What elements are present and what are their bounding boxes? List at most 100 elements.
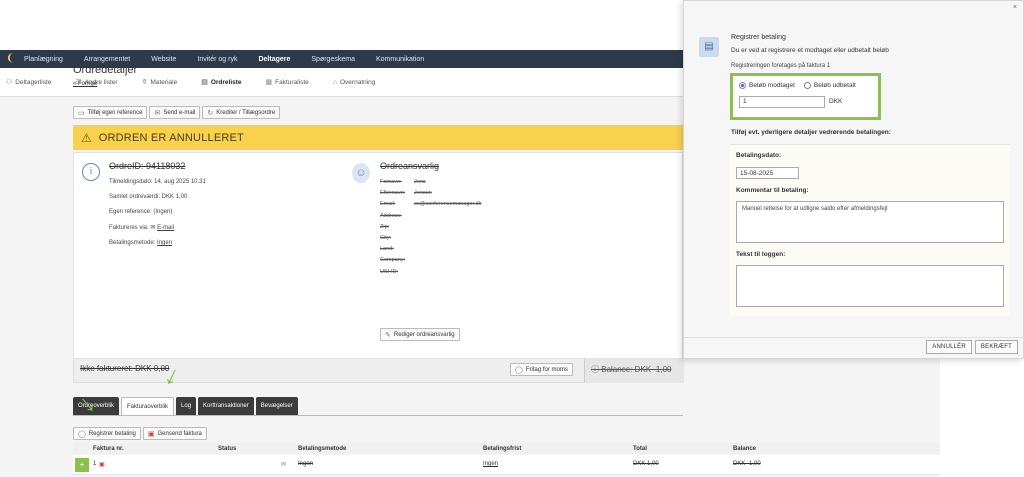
nav-planlaegning[interactable]: Planlægning: [24, 56, 63, 63]
banner-text: ORDREN ER ANNULLERET: [98, 131, 244, 144]
header-payment-method: Betalingsmetode: [298, 446, 347, 452]
responsible-row: Email: es@conferencemanager.dk: [380, 201, 482, 208]
subnav-materiale[interactable]: ⚱ Materiale: [142, 78, 178, 87]
close-icon[interactable]: ×: [1013, 4, 1017, 11]
info-icon: ⓘ: [591, 365, 602, 374]
tab-bevaegelser[interactable]: Bevægelser: [255, 397, 298, 415]
row-payment-method: Ingen: [298, 461, 314, 467]
tab-log[interactable]: Log: [176, 397, 197, 415]
invoiced-via: Faktureres via: ✉ E-mail: [109, 225, 175, 231]
log-text-label: Tekst til loggen:: [736, 251, 786, 258]
bed-icon: ⌂: [332, 78, 337, 86]
header-balance: Balance: [733, 446, 757, 452]
circle-icon: ◯: [515, 366, 523, 374]
nav-deltagere[interactable]: Deltagere: [258, 56, 290, 63]
order-total: Samlet ordreværdi: DKK 1,00: [109, 194, 188, 200]
table-row: + 1 ▣ ✉ Ingen Ingen DKK 1,00 DKK -1,00: [73, 455, 940, 475]
log-text-textarea[interactable]: [736, 265, 1004, 307]
nav-kommunikation[interactable]: Kommunikation: [376, 56, 424, 63]
invoice-number: 1: [93, 461, 97, 467]
envelope-icon: ✉: [281, 462, 287, 468]
pdf-icon[interactable]: ▣: [99, 461, 105, 468]
responsible-title: Ordreansvarlig: [380, 161, 440, 171]
subnav-overnatning[interactable]: ⌂ Overnatning: [333, 79, 376, 86]
currency-label: DKK: [829, 98, 843, 105]
subnav-ordreliste[interactable]: ▤ Ordreliste: [201, 78, 241, 87]
order-panel: i OrdreID: 94118032 Tilmeldingsdato: 14.…: [73, 152, 683, 359]
balance: ⓘ Balance: DKK -1,00: [584, 359, 684, 383]
nav-arrangementet[interactable]: Arrangementet: [84, 56, 130, 63]
refresh-icon: ↻: [207, 109, 214, 117]
dialog-description: Du er ved at registrere et modtaget elle…: [731, 47, 889, 54]
tab-divider: [73, 415, 683, 416]
registration-date: Tilmeldingsdato: 14. aug 2025 10.31: [109, 179, 206, 185]
edit-responsible-button[interactable]: ✎ Rediger ordreansvarlig: [380, 328, 460, 341]
order-id: OrdreID: 94118032: [109, 161, 186, 171]
invoice-actions: ◯ Registrer betaling ▣ Gensend faktura: [73, 427, 207, 440]
vat-exempt-button[interactable]: ◯ Fritag for moms: [510, 363, 573, 376]
radio-received[interactable]: [739, 82, 746, 89]
subnav-deltagerliste[interactable]: ⚇ Deltagerliste: [6, 78, 51, 87]
credit-button[interactable]: ↻ Krediter / Tillægsordre: [202, 106, 281, 119]
person-icon: ☺: [352, 163, 370, 183]
envelope-icon: ✉: [154, 109, 161, 117]
responsible-row: Efternavn: Jensen: [380, 190, 432, 197]
tab-fakturaoverblik[interactable]: Fakturaoverblik: [121, 397, 175, 415]
header-status: Status: [218, 446, 237, 452]
row-due-date[interactable]: Ingen: [483, 461, 498, 467]
cash-register-icon: ▤: [699, 37, 719, 57]
pdf-icon: ▣: [147, 430, 155, 438]
payment-method: Betalingsmetode: Ingen: [109, 240, 173, 246]
dialog-title: Registrer betaling: [731, 34, 786, 41]
dialog-invoice-note: Registreringen foretages på faktura 1: [731, 63, 831, 69]
resend-invoice-button[interactable]: ▣ Gensend faktura: [142, 427, 207, 440]
header-invoice-number: Faktura nr.: [93, 446, 124, 452]
comment-label: Kommentar til betaling:: [736, 187, 809, 194]
responsible-row: Fornavn: Jens: [380, 179, 426, 185]
subnav-fakturaliste[interactable]: ▦ Fakturaliste: [265, 78, 309, 87]
responsible-row: Zip:: [380, 223, 390, 230]
responsible-details: Fornavn: Jens Efternavn: Jensen Email: es@c…: [380, 179, 481, 280]
card-icon: ▭: [78, 109, 85, 117]
expand-row-button[interactable]: +: [75, 458, 89, 472]
dialog-buttons: ANNULLÉR BEKRÆFT: [926, 340, 1018, 354]
tab-korttransaktioner[interactable]: Korttransaktioner: [198, 397, 254, 415]
envelope-icon: ✉: [150, 225, 156, 231]
send-email-button[interactable]: ✉ Send e-mail: [149, 106, 201, 119]
payment-date-input[interactable]: 15-08-2025: [736, 167, 799, 179]
register-payment-dialog: × ▤ Registrer betaling Du er ved at regi…: [683, 0, 1024, 359]
header-total: Total: [633, 446, 647, 452]
invoice-icon: ▦: [265, 79, 273, 86]
cancelled-banner: ⚠ ORDREN ER ANNULLERET: [73, 125, 683, 150]
payment-method-link[interactable]: Ingen: [157, 240, 172, 246]
responsible-row: Land:: [380, 246, 394, 253]
responsible-row: Company:: [380, 257, 406, 264]
nav-website[interactable]: Website: [151, 56, 176, 63]
invoiced-via-link[interactable]: E-mail: [157, 225, 174, 231]
circle-icon: ◯: [78, 430, 86, 438]
page-title: Ordredetaljer: [73, 64, 138, 76]
radio-paid-label[interactable]: Beløb udbetalt: [814, 82, 856, 89]
row-total: DKK 1,00: [633, 461, 659, 467]
info-icon: i: [82, 163, 100, 181]
amount-input[interactable]: 1: [739, 96, 825, 108]
nav-spoergeskema[interactable]: Spørgeskema: [311, 56, 355, 63]
dialog-footer-divider: [684, 337, 1023, 338]
nav-inviter[interactable]: Invitér og ryk: [197, 56, 237, 63]
back-link[interactable]: « Forrige: [73, 81, 97, 87]
register-payment-button[interactable]: ◯ Registrer betaling: [73, 427, 141, 440]
cancel-button[interactable]: ANNULLÉR: [926, 340, 972, 354]
comment-textarea[interactable]: Manuel rettelse for at udligne saldo eft…: [736, 201, 1004, 243]
add-reference-button[interactable]: ▭ Tilføj egen reference: [73, 106, 148, 119]
own-reference: Egen reference: (Ingen): [109, 209, 173, 215]
radio-paid[interactable]: [803, 82, 811, 89]
radio-received-label[interactable]: Beløb modtaget: [749, 82, 795, 89]
confirm-button[interactable]: BEKRÆFT: [974, 340, 1018, 354]
order-actions: ▭ Tilføj egen reference ✉ Send e-mail ↻ Kre…: [73, 106, 281, 119]
payment-direction: Beløb modtaget Beløb udbetalt: [739, 82, 865, 89]
date-label: Betalingsdato:: [736, 152, 782, 159]
responsible-row: Address:: [380, 212, 402, 219]
banana-logo-icon: ❨: [6, 53, 15, 64]
not-invoiced-amount: Ikke faktureret: DKK 0,00: [80, 364, 170, 373]
amount-highlight: Beløb modtaget Beløb udbetalt 1 DKK: [730, 73, 881, 120]
